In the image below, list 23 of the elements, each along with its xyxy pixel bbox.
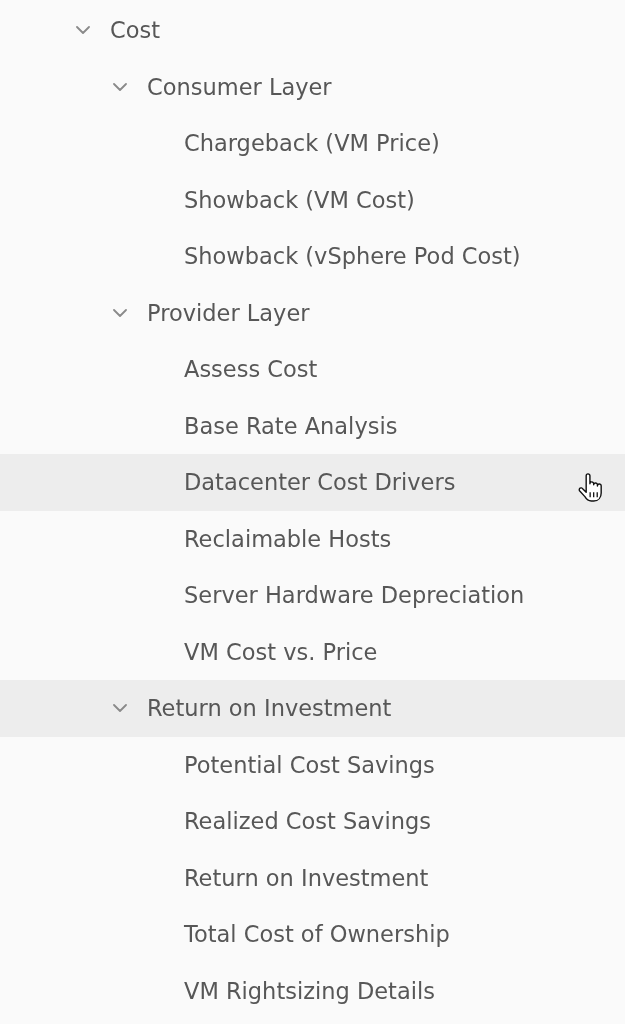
chevron-icon[interactable] bbox=[113, 308, 127, 317]
tree-item[interactable]: Showback (VM Cost) bbox=[0, 171, 625, 228]
hand-cursor-icon bbox=[578, 472, 604, 502]
tree-item[interactable]: Base Rate Analysis bbox=[0, 397, 625, 454]
tree-item[interactable]: Reclaimable Hosts bbox=[0, 510, 625, 567]
tree-item[interactable]: Return on Investment bbox=[0, 680, 625, 737]
tree-item[interactable]: Server Hardware Depreciation bbox=[0, 567, 625, 624]
tree-item[interactable]: Provider Layer bbox=[0, 284, 625, 341]
tree-item[interactable]: Chargeback (VM Price) bbox=[0, 115, 625, 172]
tree-item[interactable]: Assess Cost bbox=[0, 341, 625, 398]
tree-item[interactable]: Potential Cost Savings bbox=[0, 736, 625, 793]
chevron-icon[interactable] bbox=[113, 704, 127, 713]
tree-item[interactable]: VM Cost vs. Price bbox=[0, 623, 625, 680]
chevron-icon[interactable] bbox=[76, 26, 90, 35]
tree-item[interactable]: Consumer Layer bbox=[0, 58, 625, 115]
tree-item[interactable]: Return on Investment bbox=[0, 849, 625, 906]
tree-item[interactable]: Total Cost of Ownership bbox=[0, 906, 625, 963]
chevron-icon[interactable] bbox=[113, 82, 127, 91]
tree-item[interactable]: VM Rightsizing Details bbox=[0, 962, 625, 1019]
tree-item[interactable]: Realized Cost Savings bbox=[0, 793, 625, 850]
tree-item[interactable]: Datacenter Cost Drivers bbox=[0, 454, 625, 511]
tree-item[interactable]: Showback (vSphere Pod Cost) bbox=[0, 228, 625, 285]
tree-item[interactable]: Cost bbox=[0, 2, 625, 59]
